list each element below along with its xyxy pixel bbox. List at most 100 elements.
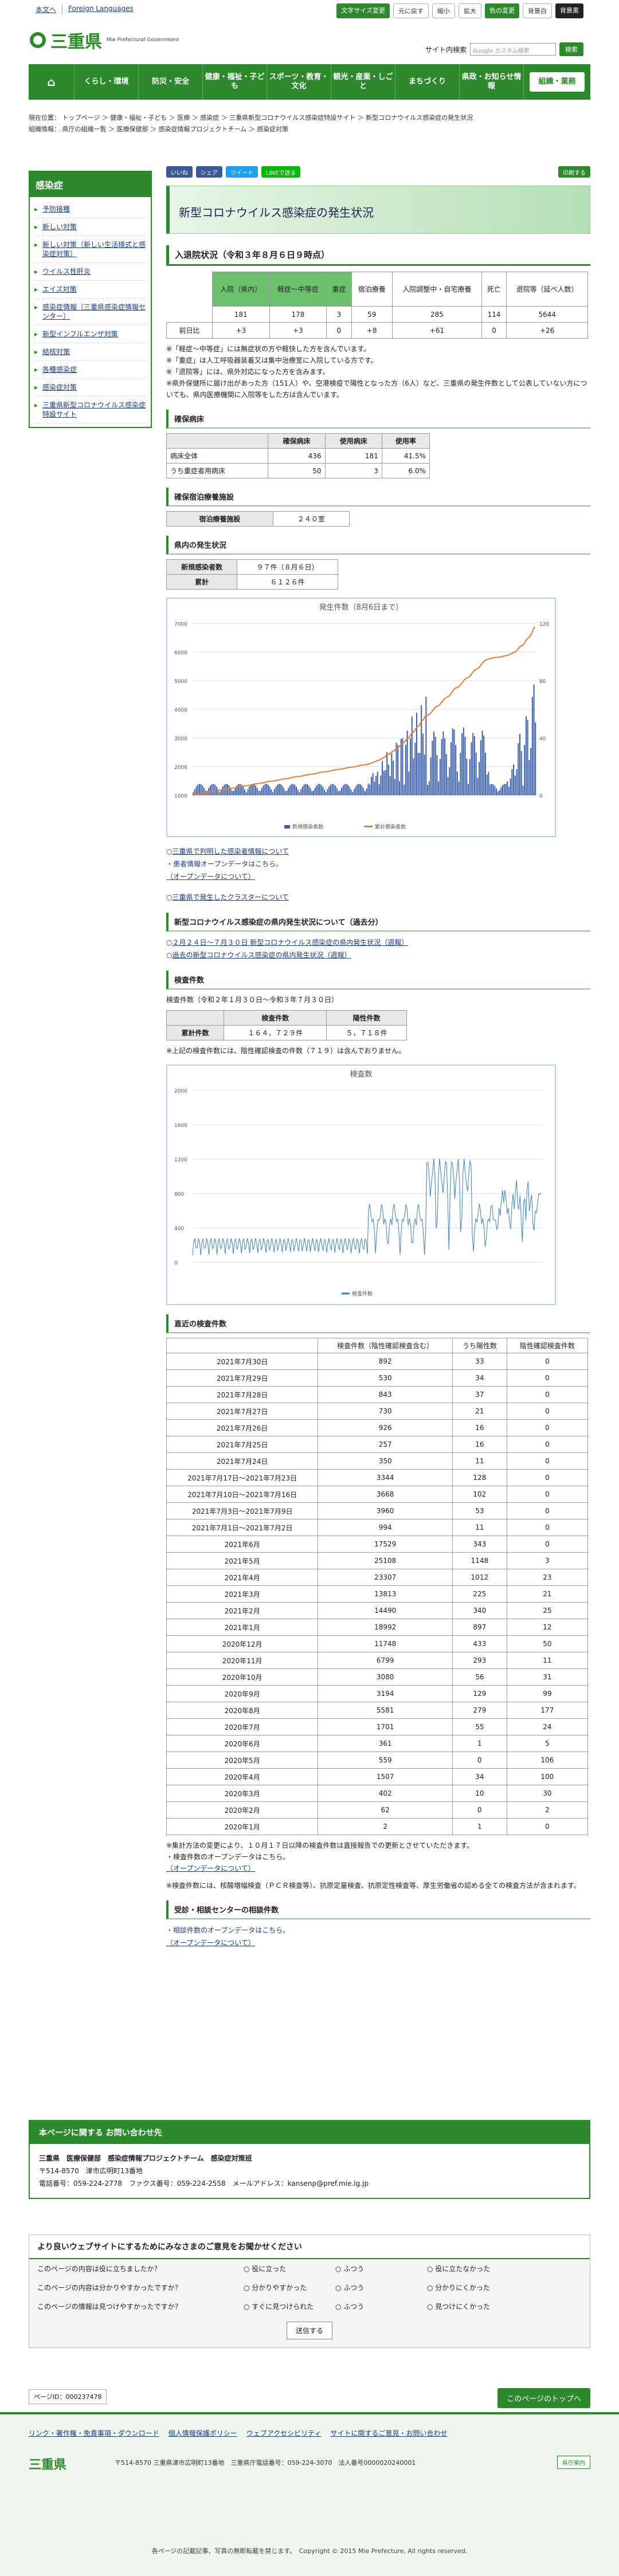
footer-link[interactable]: ウェブアクセシビリティ bbox=[246, 2428, 322, 2438]
table-cell: 2021年7月17日〜2021年7月23日 bbox=[166, 1469, 319, 1486]
font-normal-button[interactable]: 元に戻す bbox=[393, 3, 429, 18]
survey-radio[interactable]: ○ 役に立った bbox=[244, 2264, 335, 2273]
nav-item-sports[interactable]: スポーツ・教育・文化 bbox=[267, 64, 331, 100]
nav-item-town[interactable]: まちづくり bbox=[395, 64, 460, 100]
breadcrumb-org[interactable]: 組織情報： 県庁の組織一覧 ＞ 医療保健部 ＞ 感染症情報プロジェクトチーム ＞… bbox=[29, 124, 590, 135]
color-white-button[interactable]: 背景白 bbox=[523, 3, 552, 18]
site-logo[interactable]: 三重県 Mie Prefectural Government bbox=[30, 28, 179, 53]
facebook-like-button[interactable]: いいね bbox=[166, 166, 193, 178]
survey-title: より良いウェブサイトにするためにみなさまのご意見をお聞かせください bbox=[29, 2235, 590, 2259]
open-data-link[interactable]: ・患者情報オープンデータはこちら。 bbox=[166, 858, 590, 870]
case-bar bbox=[288, 787, 289, 795]
case-bar bbox=[417, 753, 419, 795]
sidebar-item[interactable]: ウイルス性肝炎 bbox=[34, 263, 146, 281]
font-large-button[interactable]: 拡大 bbox=[459, 3, 481, 18]
sidebar-item[interactable]: 三重県新型コロナウイルス感染症特設サイト bbox=[34, 396, 146, 423]
nav-item-health[interactable]: 健康・福祉・子ども bbox=[203, 64, 267, 100]
sidebar-item[interactable]: 結核対策 bbox=[34, 343, 146, 361]
svg-text:80: 80 bbox=[539, 679, 546, 685]
table-cell: 897 bbox=[452, 1619, 507, 1636]
case-bar bbox=[428, 781, 430, 795]
survey-radio[interactable]: ○ 分かりやすかった bbox=[244, 2283, 335, 2292]
survey-radio[interactable]: ○ ふつう bbox=[335, 2302, 427, 2311]
nav-item-org[interactable]: 組織・業務 bbox=[530, 72, 585, 92]
access-button[interactable]: 県庁案内 bbox=[557, 2456, 590, 2469]
tweet-button[interactable]: ツイート bbox=[226, 166, 258, 178]
past-links: ○２月２４日〜７月３０日 新型コロナウイルス感染症の県内発生状況（週報） ○過去… bbox=[166, 936, 590, 961]
search-button[interactable]: 検索 bbox=[559, 42, 583, 56]
sidebar-item[interactable]: 新しい対策（新しい生活様式と感染症対策） bbox=[34, 236, 146, 263]
past-report-link[interactable]: ○過去の新型コロナウイルス感染症の県内発生状況（週報） bbox=[166, 949, 590, 961]
case-bar bbox=[230, 788, 232, 795]
table-cell: 2020年8月 bbox=[166, 1702, 319, 1719]
open-data-link[interactable]: ・相談件数のオープンデータはこちら。 bbox=[166, 1924, 590, 1937]
sidebar-item[interactable]: 新しい対策 bbox=[34, 218, 146, 236]
case-bar bbox=[244, 789, 245, 795]
breadcrumb-location[interactable]: 現在位置： トップページ ＞ 健康・福祉・子ども ＞ 医療 ＞ 感染症 ＞ 三重… bbox=[29, 112, 590, 124]
survey-submit-button[interactable]: 送信する bbox=[287, 2322, 332, 2339]
breadcrumb: 現在位置： トップページ ＞ 健康・福祉・子ども ＞ 医療 ＞ 感染症 ＞ 三重… bbox=[29, 112, 590, 135]
recent-heading: 直近の検査件数 bbox=[166, 1314, 590, 1333]
case-bar bbox=[328, 786, 330, 795]
about-open-data-link[interactable]: （オープンデータについて） bbox=[166, 1863, 590, 1874]
open-data-link[interactable]: ・検査件数のオープンデータはこちら。 bbox=[166, 1851, 590, 1863]
case-bar bbox=[289, 785, 291, 795]
sidebar-item[interactable]: 予防接種 bbox=[34, 201, 146, 218]
survey-radio[interactable]: ○ 分かりにくかった bbox=[427, 2283, 519, 2292]
color-black-button[interactable]: 背景黒 bbox=[555, 3, 583, 18]
sidebar-item[interactable]: エイズ対策 bbox=[34, 281, 146, 299]
table-cell: ９７件（８月６日） bbox=[237, 559, 338, 575]
table-cell: 56 bbox=[452, 1668, 507, 1686]
table-cell: 30 bbox=[506, 1785, 589, 1802]
infected-info-link[interactable]: ○三重県で判明した感染者情報について bbox=[166, 845, 590, 858]
case-bar bbox=[281, 786, 283, 795]
table-cell: 99 bbox=[506, 1685, 589, 1702]
case-bar bbox=[350, 790, 352, 795]
home-icon[interactable]: ⌂ bbox=[29, 64, 75, 100]
footer-link[interactable]: 個人情報保護ポリシー bbox=[169, 2428, 237, 2438]
sidebar-item[interactable]: 各種感染症 bbox=[34, 361, 146, 379]
table-cell: 3080 bbox=[318, 1668, 453, 1686]
case-bar bbox=[522, 786, 524, 795]
footer-link[interactable]: サイトに関するご意見・お問い合わせ bbox=[330, 2428, 447, 2438]
footer-link[interactable]: リンク・著作権・免責事項・ダウンロード bbox=[29, 2428, 159, 2438]
case-bar bbox=[255, 786, 257, 795]
survey-radio[interactable]: ○ ふつう bbox=[335, 2264, 427, 2273]
survey-radio[interactable]: ○ 見つけにくかった bbox=[427, 2302, 519, 2311]
print-button[interactable]: 印刷する bbox=[558, 166, 590, 178]
sidebar-item[interactable]: 新型インフルエンザ対策 bbox=[34, 325, 146, 343]
table-cell: 25 bbox=[506, 1602, 589, 1619]
nav-item-tourism[interactable]: 観光・産業・しごと bbox=[331, 64, 395, 100]
nav-item-govt[interactable]: 県政・お知らせ情報 bbox=[460, 64, 524, 100]
svg-text:5000: 5000 bbox=[174, 679, 187, 685]
back-to-top-button[interactable]: このページのトップへ bbox=[497, 2388, 590, 2408]
facebook-share-button[interactable]: シェア bbox=[196, 166, 222, 178]
nav-item-life[interactable]: くらし・環境 bbox=[75, 64, 139, 100]
table-cell: 0 bbox=[506, 1369, 589, 1387]
line-button[interactable]: LINEで送る bbox=[261, 166, 301, 178]
font-small-button[interactable]: 縮小 bbox=[432, 3, 455, 18]
skip-link[interactable]: 本文へ bbox=[36, 5, 63, 14]
cluster-link[interactable]: ○三重県で発生したクラスターについて bbox=[166, 891, 590, 904]
case-bar bbox=[267, 784, 269, 795]
svg-text:累計感染者数: 累計感染者数 bbox=[375, 823, 406, 830]
case-bar bbox=[227, 784, 228, 795]
about-open-data-link[interactable]: （オープンデータについて） bbox=[166, 870, 590, 883]
case-bar bbox=[355, 786, 356, 795]
survey-radio[interactable]: ○ 役に立たなかった bbox=[427, 2264, 519, 2273]
survey-radio[interactable]: ○ ふつう bbox=[335, 2283, 427, 2292]
case-bar bbox=[433, 731, 434, 795]
table-cell: 1012 bbox=[452, 1569, 507, 1586]
about-open-data-link[interactable]: （オープンデータについて） bbox=[166, 1937, 590, 1949]
sidebar-item[interactable]: 感染症対策 bbox=[34, 379, 146, 396]
nav-item-safety[interactable]: 防災・安全 bbox=[139, 64, 203, 100]
foreign-languages-link[interactable]: Foreign Languages bbox=[68, 5, 139, 14]
survey-radio[interactable]: ○ すぐに見つけられた bbox=[244, 2302, 335, 2311]
sidebar-item[interactable]: 感染症情報（三重県感染症情報センター） bbox=[34, 299, 146, 325]
case-bar bbox=[275, 786, 277, 795]
search-input[interactable]: Google カスタム検索 bbox=[470, 43, 556, 56]
weekly-report-link[interactable]: ○２月２４日〜７月３０日 新型コロナウイルス感染症の県内発生状況（週報） bbox=[166, 936, 590, 949]
case-bar bbox=[308, 786, 310, 795]
case-bar bbox=[370, 776, 372, 795]
table-cell: +26 bbox=[506, 322, 588, 339]
